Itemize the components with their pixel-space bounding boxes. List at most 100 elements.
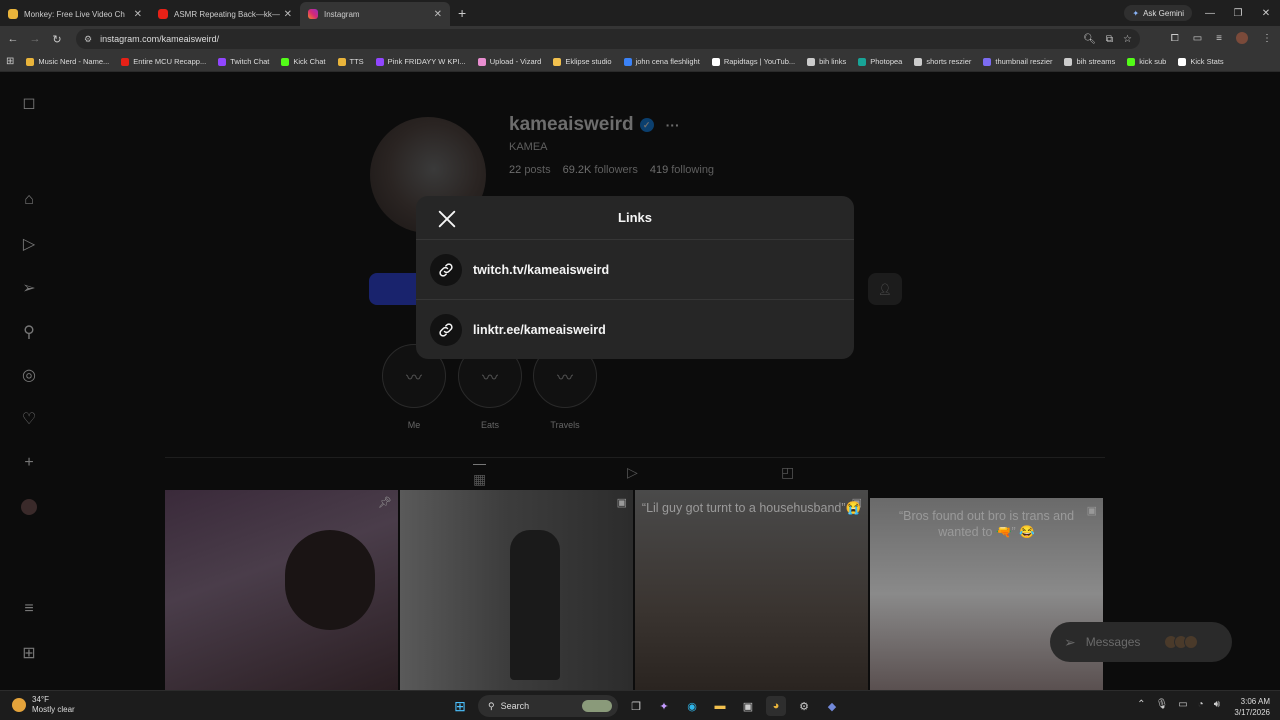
store-icon[interactable]: ▣ xyxy=(738,696,758,716)
bookmark-item[interactable]: shorts reszier xyxy=(914,57,971,66)
link-twitch[interactable]: twitch.tv/kameaisweird xyxy=(416,240,854,300)
new-tab-button[interactable]: + xyxy=(458,5,466,21)
reels-icon[interactable]: ▷ xyxy=(18,233,40,255)
followers-stat[interactable]: 69.2K followers xyxy=(563,164,638,176)
windows-start-icon[interactable]: ⊞ xyxy=(450,696,470,716)
search-icon: ⚲ xyxy=(488,700,495,711)
posts-grid-icon[interactable]: ▦ xyxy=(473,464,487,488)
ask-gemini-button[interactable]: ✦ Ask Gemini xyxy=(1124,5,1192,21)
zoom-icon[interactable]: 🔍︎ xyxy=(1083,34,1096,45)
network-icon[interactable]: ◔ xyxy=(1198,699,1204,710)
bookmark-label: Music Nerd - Name... xyxy=(38,57,110,66)
bookmark-item[interactable]: Rapidtags | YouTub... xyxy=(711,57,795,66)
apps-icon[interactable]: ⊞ xyxy=(6,56,14,67)
close-icon[interactable]: ✕ xyxy=(134,9,142,20)
back-icon[interactable]: ← xyxy=(2,33,24,45)
weather-widget[interactable]: 34°F Mostly clear xyxy=(12,695,75,715)
instagram-logo-icon[interactable]: ◻ xyxy=(18,92,40,114)
tab-instagram[interactable]: Instagram ✕ xyxy=(300,2,450,26)
bookmark-item[interactable]: Kick Stats xyxy=(1178,57,1224,66)
post-tile[interactable]: 📌︎ xyxy=(165,490,398,690)
file-explorer-icon[interactable]: ▬ xyxy=(710,696,730,716)
bookmark-favicon-icon xyxy=(553,57,562,66)
weather-text: 34°F Mostly clear xyxy=(32,695,75,715)
tab-asmr[interactable]: ASMR Repeating Back—kk—ki ✕ xyxy=(150,2,300,26)
highlight-label: Me xyxy=(407,420,421,430)
options-ellipsis-icon[interactable]: ··· xyxy=(666,117,680,133)
also-from-meta-icon[interactable]: ⊞ xyxy=(18,642,40,664)
profile-avatar-icon[interactable] xyxy=(1236,32,1248,44)
task-view-icon[interactable]: ❐ xyxy=(626,696,646,716)
bookmark-label: bih streams xyxy=(1076,57,1116,66)
url-text: instagram.com/kameaisweird/ xyxy=(100,34,220,44)
chrome-icon[interactable]: ◕ xyxy=(766,696,786,716)
restore-icon[interactable]: ❐ xyxy=(1224,8,1252,19)
reload-icon[interactable]: ↻ xyxy=(46,33,68,46)
bookmark-item[interactable]: Twitch Chat xyxy=(218,57,269,66)
bookmark-item[interactable]: Photopea xyxy=(858,57,902,66)
url-bar[interactable]: ⚙ instagram.com/kameaisweird/ 🔍︎ ⧉ ☆ xyxy=(76,29,1140,49)
windows-taskbar: 34°F Mostly clear ⊞ ⚲ Search ❐ ✦ ◉ ▬ ▣ ◕… xyxy=(0,690,1280,720)
bookmark-item[interactable]: bih links xyxy=(807,57,846,66)
post-tile[interactable]: ▣ xyxy=(400,490,633,690)
volume-icon[interactable]: 🔊︎ xyxy=(1214,699,1220,710)
media-icon[interactable]: ≡ xyxy=(1216,33,1222,44)
taskbar-search[interactable]: ⚲ Search xyxy=(478,695,618,717)
menu-icon[interactable]: ⋮ xyxy=(1262,33,1272,44)
bookmark-item[interactable]: thumbnail reszier xyxy=(983,57,1052,66)
bookmark-item[interactable]: TTS xyxy=(337,57,364,66)
microphone-icon[interactable]: 🎙︎ xyxy=(1155,699,1168,710)
app-icon[interactable]: ⚙ xyxy=(794,696,814,716)
bookmark-item[interactable]: Entire MCU Recapp... xyxy=(121,57,206,66)
display-icon[interactable]: ▭ xyxy=(1178,699,1187,710)
tagged-tab-icon[interactable]: ◰ xyxy=(781,464,794,481)
bookmark-favicon-icon xyxy=(477,57,486,66)
bookmark-item[interactable]: Eklipse studio xyxy=(553,57,612,66)
bookmark-favicon-icon xyxy=(218,57,227,66)
posts-label: posts xyxy=(524,164,551,176)
more-menu-icon[interactable]: ≡ xyxy=(18,598,40,620)
profile-avatar-icon[interactable] xyxy=(18,496,40,518)
minimize-icon[interactable]: — xyxy=(1196,8,1224,19)
bookmark-item[interactable]: kick sub xyxy=(1127,57,1166,66)
discord-icon[interactable]: ◆ xyxy=(822,696,842,716)
search-icon[interactable]: ⚲ xyxy=(18,321,40,343)
bookmark-item[interactable]: Kick Chat xyxy=(281,57,326,66)
explore-icon[interactable]: ◎ xyxy=(18,364,40,386)
post-tile[interactable]: ▣ “Lil guy got turnt to a househusband”😭 xyxy=(635,490,868,690)
notifications-heart-icon[interactable]: ♡ xyxy=(18,408,40,430)
site-info-icon[interactable]: ⚙ xyxy=(84,34,92,45)
link-linktree[interactable]: linktr.ee/kameaisweird xyxy=(416,300,854,359)
copilot-icon[interactable]: ✦ xyxy=(654,696,674,716)
messages-button[interactable]: ➢ Messages xyxy=(1050,622,1232,662)
bookmark-item[interactable]: Music Nerd - Name... xyxy=(26,57,109,66)
sidebar-icon[interactable]: ▭ xyxy=(1193,33,1202,44)
install-icon[interactable]: ⧉ xyxy=(1106,34,1113,45)
close-icon[interactable]: ✕ xyxy=(434,9,442,20)
tab-label: ASMR Repeating Back—kk—ki xyxy=(174,9,280,19)
bookmark-item[interactable]: bih streams xyxy=(1064,57,1115,66)
reels-tab-icon[interactable]: ▷ xyxy=(627,464,638,481)
add-user-icon: 👤︎ xyxy=(878,283,892,296)
edge-icon[interactable]: ◉ xyxy=(682,696,702,716)
home-icon[interactable]: ⌂ xyxy=(18,189,40,211)
bookmark-item[interactable]: Upload - Vizard xyxy=(477,57,541,66)
taskbar-clock[interactable]: 3:06 AM 3/17/2026 xyxy=(1234,696,1270,718)
forward-icon[interactable]: → xyxy=(24,33,46,45)
messages-label: Messages xyxy=(1085,635,1141,649)
messages-send-icon[interactable]: ➢ xyxy=(18,277,40,299)
bookmark-item[interactable]: Pink FRIDAYY W KPI... xyxy=(375,57,466,66)
following-stat[interactable]: 419 following xyxy=(650,164,714,176)
create-plus-icon[interactable]: + xyxy=(18,452,40,474)
bookmark-label: Eklipse studio xyxy=(565,57,612,66)
suggested-users-button[interactable]: 👤︎ xyxy=(868,273,902,305)
tray-overflow-icon[interactable]: ⌃ xyxy=(1137,699,1145,710)
extensions-icon[interactable]: ⧠ xyxy=(1171,33,1179,44)
clock-date: 3/17/2026 xyxy=(1234,708,1270,717)
link-chain-icon xyxy=(430,314,462,346)
bookmark-item[interactable]: john cena fleshlight xyxy=(623,57,700,66)
tab-monkey[interactable]: Monkey: Free Live Video Ch ✕ xyxy=(0,2,150,26)
bookmark-star-icon[interactable]: ☆ xyxy=(1123,34,1132,45)
close-icon[interactable]: ✕ xyxy=(284,9,292,20)
close-window-icon[interactable]: ✕ xyxy=(1252,8,1280,19)
